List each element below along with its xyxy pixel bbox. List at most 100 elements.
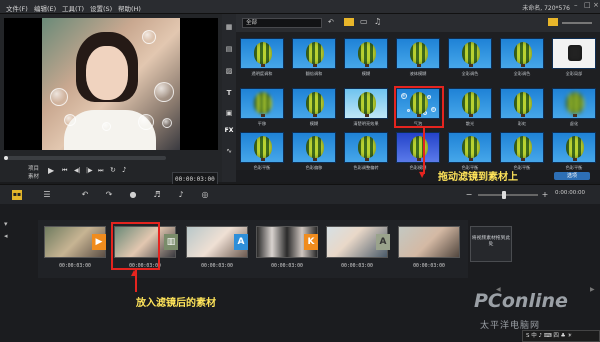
step-forward-icon[interactable]: |▶ xyxy=(86,167,93,174)
balloon-icon xyxy=(306,42,324,64)
filter-tile[interactable]: 透明度调和 xyxy=(240,38,284,82)
motion-tracking-icon[interactable]: ◎ xyxy=(200,190,210,200)
undo-icon[interactable]: ↶ xyxy=(80,190,90,200)
audio-mixer-icon[interactable]: ♬ xyxy=(152,190,162,200)
auto-music-icon[interactable]: ♪ xyxy=(176,190,186,200)
balloon-icon xyxy=(566,136,584,158)
scrub-bar[interactable] xyxy=(4,156,166,160)
repeat-icon[interactable]: ↻ xyxy=(110,166,116,174)
filter-label: 清楚明亮效果 xyxy=(353,121,379,126)
filter-thumbnail xyxy=(500,88,544,119)
filter-label: 翻倍调和 xyxy=(305,71,323,76)
scroll-right-icon[interactable]: ▶ xyxy=(590,286,595,293)
fx-filter-icon[interactable]: FX xyxy=(224,126,234,136)
balloon-icon xyxy=(514,42,532,64)
timeline-zoom-slider[interactable] xyxy=(478,194,538,196)
filter-thumbnail xyxy=(240,88,284,119)
transition-icon[interactable]: K xyxy=(304,234,318,250)
back-icon[interactable]: ↶ xyxy=(328,18,334,26)
filter-tile[interactable]: 翻倍调和 xyxy=(292,38,336,82)
library-toolbar: 全部 ↶ ▭ ♫ xyxy=(236,14,600,32)
balloon-icon xyxy=(462,92,480,114)
instant-project-icon[interactable]: ▤ xyxy=(224,44,234,54)
audio-icon[interactable]: ♫ xyxy=(374,17,381,26)
balloon-icon xyxy=(358,42,376,64)
filter-tile[interactable]: 液体模糊 xyxy=(396,38,440,82)
filter-tile[interactable]: 清楚明亮效果 xyxy=(344,88,388,132)
close-icon[interactable]: × xyxy=(593,2,600,9)
ime-toolbar[interactable]: S 中 ♪ ⌨ 四 ♣ ☀ xyxy=(522,330,600,342)
filter-category-dropdown[interactable]: 全部 xyxy=(242,18,322,28)
library-footer: 选项 xyxy=(236,170,600,182)
graphics-icon[interactable]: ▣ xyxy=(224,108,234,118)
menu-file[interactable]: 文件(F) xyxy=(6,3,28,13)
redo-icon[interactable]: ↷ xyxy=(104,190,114,200)
scrub-handle[interactable] xyxy=(4,156,8,160)
filter-tile[interactable]: 模糊 xyxy=(344,38,388,82)
track-lock-icon[interactable]: ◂ xyxy=(4,232,8,240)
clip-thumbnail xyxy=(398,226,460,258)
clip-timecode: 00:00:03:00 xyxy=(341,264,373,269)
menu-settings[interactable]: 设置(S) xyxy=(90,3,112,13)
arrow-head-icon: ▲ xyxy=(131,268,138,277)
video-icon[interactable]: ▭ xyxy=(360,17,368,26)
transition-icon[interactable]: ▶ xyxy=(92,234,106,250)
balloon-icon xyxy=(514,92,532,114)
path-icon[interactable]: ∿ xyxy=(224,146,234,156)
filter-thumbnail xyxy=(448,38,492,69)
maximize-icon[interactable]: □ xyxy=(584,2,591,9)
skip-back-icon[interactable]: ⏮ xyxy=(62,167,67,175)
filter-tile[interactable]: 全彩调色 xyxy=(448,38,492,82)
filter-tile[interactable]: 全彩调色 xyxy=(500,38,544,82)
media-icon[interactable]: ▦ xyxy=(224,22,234,32)
clip-mode-label[interactable]: 素材 xyxy=(28,172,39,180)
filter-label: 液体模糊 xyxy=(409,71,427,76)
menu-edit[interactable]: 编辑(E) xyxy=(34,3,56,13)
menu-tools[interactable]: 工具(T) xyxy=(62,3,84,13)
project-mode-label[interactable]: 项目 xyxy=(28,164,39,172)
drop-zone-placeholder[interactable]: 将视频素材拖到此处 xyxy=(470,226,512,262)
timeline-view-icon[interactable]: ☰ xyxy=(42,190,52,200)
basket-shape xyxy=(469,64,473,67)
bubble xyxy=(138,114,154,130)
step-back-icon[interactable]: ◀| xyxy=(74,167,81,174)
storyboard-view-icon[interactable]: ▪▪ xyxy=(12,190,22,200)
basket-shape xyxy=(261,64,265,67)
balloon-icon xyxy=(462,42,480,64)
watermark-logo: PConline xyxy=(474,290,568,312)
transition-icon[interactable]: A xyxy=(376,234,390,250)
title-icon[interactable]: T xyxy=(224,88,234,98)
filter-tile[interactable]: 平移 xyxy=(240,88,284,132)
filter-tile[interactable]: 散光 xyxy=(448,88,492,132)
zoom-out-icon[interactable]: − xyxy=(464,190,474,200)
list-view-icon[interactable] xyxy=(548,18,558,26)
volume-icon[interactable]: ♪ xyxy=(122,166,126,174)
thumbnail-size-slider[interactable] xyxy=(562,22,592,24)
transition-icon[interactable]: ▥ xyxy=(164,234,178,250)
transition-icon[interactable]: ▨ xyxy=(224,66,234,76)
filter-label: 散光 xyxy=(465,121,475,126)
track-collapse-icon[interactable]: ▾ xyxy=(4,220,8,228)
after-filter-callout: 放入滤镜后的素材 xyxy=(136,298,216,309)
record-capture-icon[interactable]: ● xyxy=(128,190,138,200)
play-icon[interactable]: ▶ xyxy=(48,166,54,175)
folder-icon[interactable] xyxy=(344,18,354,26)
transition-icon[interactable]: A xyxy=(234,234,248,250)
options-button[interactable]: 选项 xyxy=(554,172,590,180)
filter-label: 全彩局部 xyxy=(565,71,583,76)
clip-6[interactable]: 00:00:03:00 xyxy=(398,226,460,274)
zoom-slider-knob[interactable] xyxy=(502,191,506,199)
drag-filter-callout: 拖动滤镜到素材上 xyxy=(438,172,518,183)
filter-thumbnail xyxy=(448,88,492,119)
skip-forward-icon[interactable]: ⏭ xyxy=(98,167,103,175)
filter-tile[interactable]: 虚化 xyxy=(552,88,596,132)
filter-tile[interactable]: 模糊 xyxy=(292,88,336,132)
preview-image xyxy=(42,18,180,150)
zoom-in-icon[interactable]: + xyxy=(540,190,550,200)
filter-tile[interactable]: 彩虹 xyxy=(500,88,544,132)
filter-thumbnail xyxy=(240,132,284,163)
menu-help[interactable]: 帮助(H) xyxy=(118,3,141,13)
basket-shape xyxy=(365,64,369,67)
minimize-icon[interactable]: – xyxy=(574,2,581,9)
filter-tile[interactable]: 全彩局部 xyxy=(552,38,596,82)
